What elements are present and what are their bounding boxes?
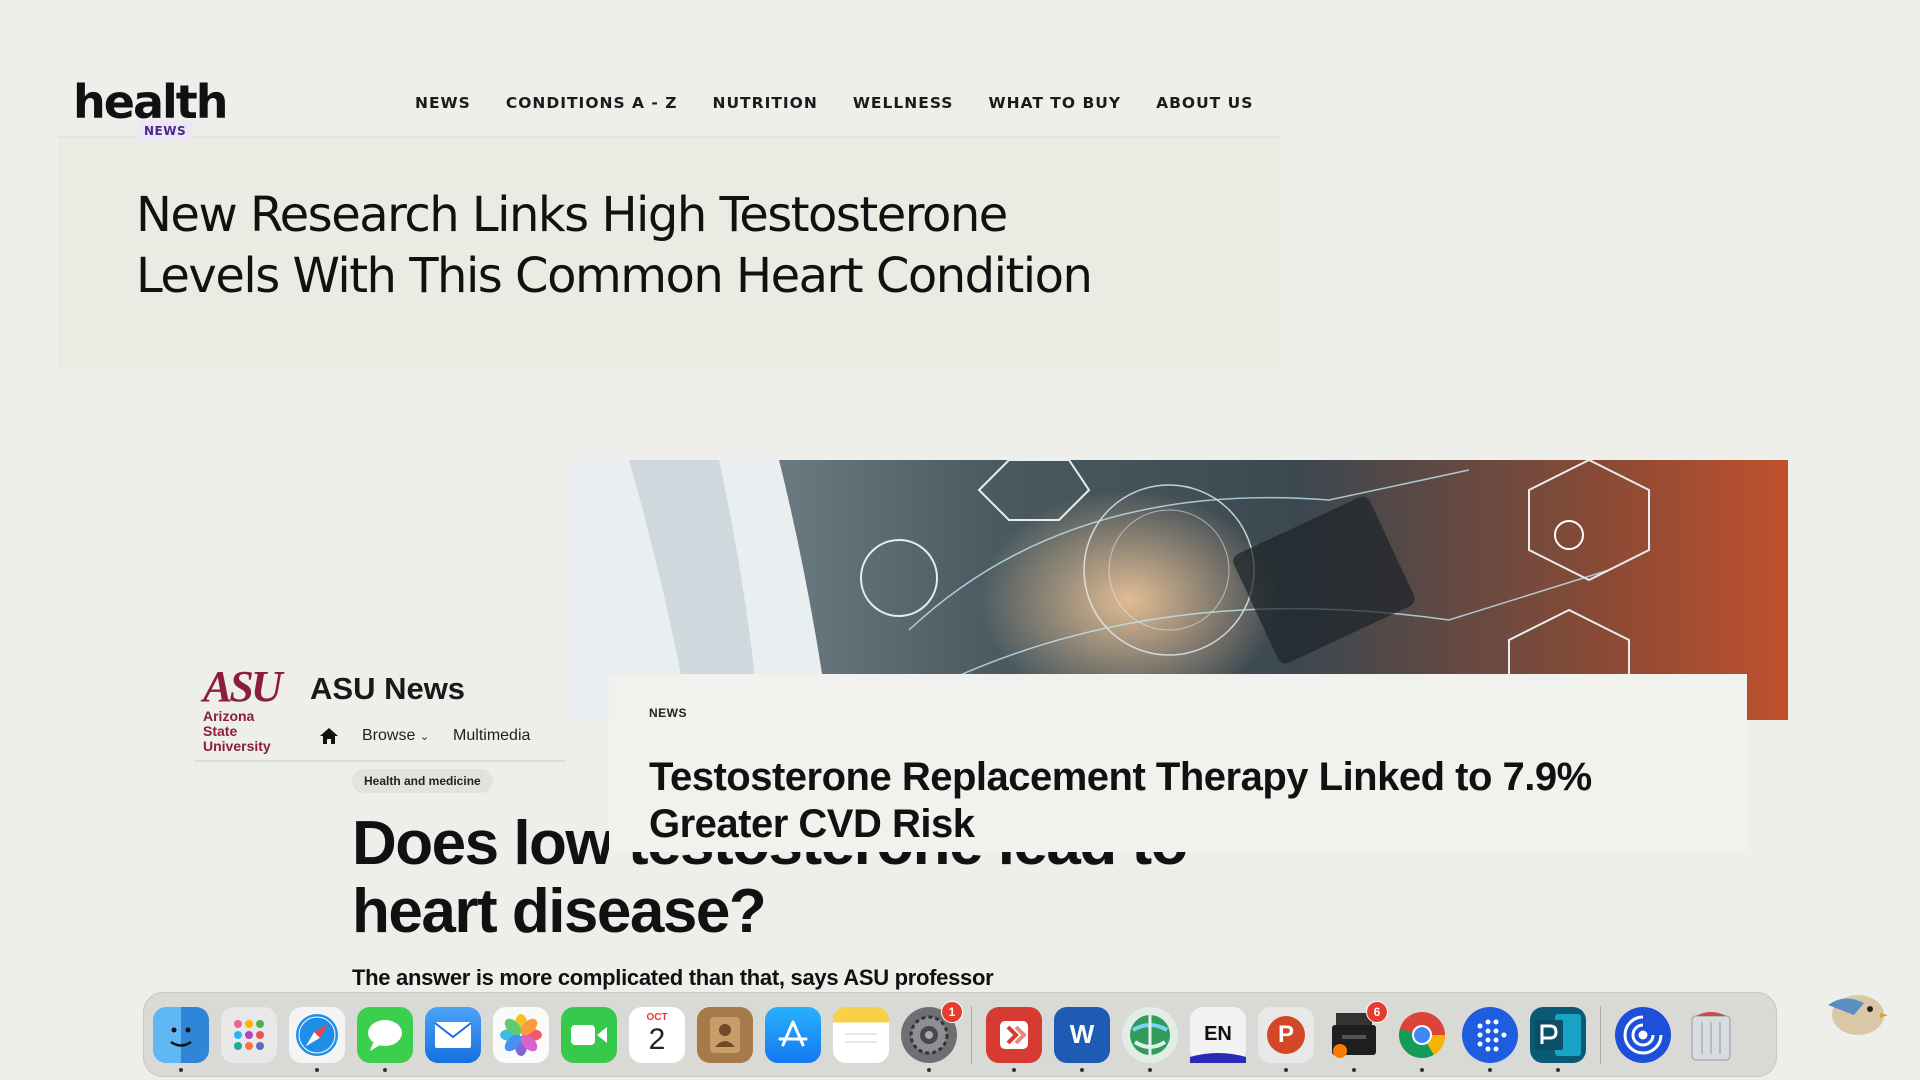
running-indicator [1556,1067,1560,1072]
running-indicator [1420,1067,1424,1072]
trt-headline: Testosterone Replacement Therapy Linked … [649,754,1729,848]
trt-headline-line1: Testosterone Replacement Therapy Linked … [649,755,1592,799]
messages-icon[interactable] [357,1006,413,1072]
calendar-icon[interactable]: OCT 2 [629,1006,685,1063]
chevron-down-icon: ⌄ [419,731,430,743]
trash-icon[interactable] [1683,1007,1739,1063]
photos-icon[interactable] [493,1006,549,1063]
running-indicator [927,1067,931,1072]
word-label: W [1069,1019,1095,1049]
asu-nav-browse[interactable]: Browse ⌄ [362,727,429,745]
facetime-icon[interactable] [561,1006,617,1063]
app-store-icon[interactable] [765,1006,821,1063]
input-language-label: EN [1204,1023,1232,1045]
asu-logo-sub1: Arizona State [203,708,255,739]
backup-icon[interactable] [1615,1006,1671,1063]
word-icon[interactable]: W [1054,1006,1110,1072]
finder-icon[interactable] [153,1006,209,1072]
asu-divider [195,760,565,762]
running-indicator [383,1067,387,1072]
notes-icon[interactable] [833,1006,889,1063]
running-indicator [179,1067,183,1072]
asu-subhead: The answer is more complicated than that… [352,965,994,990]
running-indicator [1080,1067,1084,1072]
remote-desktop-icon[interactable] [986,1006,1042,1072]
running-indicator [1012,1067,1016,1072]
launchpad-icon[interactable] [221,1006,277,1063]
asu-logo[interactable]: ASU Arizona State University [203,662,291,754]
system-settings-icon[interactable]: 1 [901,1000,963,1072]
asu-category-tag[interactable]: Health and medicine [352,769,493,793]
bird-mascot-icon [1824,985,1888,1039]
trt-news-tag[interactable]: NEWS [649,706,687,720]
dock-separator [971,1005,972,1064]
asu-nav: Browse ⌄ Multimedia [320,727,530,745]
nav-conditions[interactable]: CONDITIONS A - Z [506,94,678,112]
asu-headline-line2: heart disease? [352,877,767,946]
macos-dock: OCT 2 1 W EN P 6 [143,992,1777,1077]
notification-badge: 1 [941,1000,963,1023]
calendar-day: 2 [648,1022,666,1056]
health-news-tag[interactable]: NEWS [137,120,194,142]
trt-headline-line2: Greater CVD Risk [649,802,975,846]
notification-badge: 6 [1366,1000,1388,1023]
running-indicator [1352,1067,1356,1072]
nav-what-to-buy[interactable]: WHAT TO BUY [988,94,1121,112]
powerpoint-label: P [1277,1020,1294,1048]
asu-nav-multimedia[interactable]: Multimedia [453,727,530,745]
asu-logo-mark: ASU [203,662,283,711]
audio-icon[interactable] [1462,1006,1518,1072]
input-language-icon[interactable]: EN [1190,1006,1246,1063]
asu-logo-sub2: University [203,738,271,754]
contacts-icon[interactable] [697,1006,753,1063]
running-indicator [1488,1067,1492,1072]
home-icon[interactable] [320,728,338,744]
running-indicator [315,1067,319,1072]
mail-icon[interactable] [425,1006,481,1063]
powerpoint-icon[interactable]: P [1258,1006,1314,1072]
asu-site-title[interactable]: ASU News [310,671,465,707]
calendar-month: OCT [646,1011,668,1023]
running-indicator [1148,1067,1152,1072]
health-headline: New Research Links High Testosterone Lev… [136,185,1186,307]
dock-separator [1600,1005,1601,1064]
nav-nutrition[interactable]: NUTRITION [713,94,818,112]
publisher-icon[interactable] [1530,1006,1586,1072]
asu-nav-browse-label: Browse [362,727,416,744]
chrome-icon[interactable] [1394,1007,1450,1072]
nav-news[interactable]: NEWS [415,94,471,112]
health-headline-line2: Levels With This Common Heart Condition [136,248,1093,304]
trt-article-card: NEWS Testosterone Replacement Therapy Li… [609,674,1747,852]
network-icon[interactable] [1122,1006,1178,1072]
safari-icon[interactable] [289,1006,345,1072]
running-indicator [1284,1067,1288,1072]
printer-icon[interactable]: 6 [1326,1000,1388,1072]
health-headline-line1: New Research Links High Testosterone [136,187,1008,243]
nav-wellness[interactable]: WELLNESS [853,94,954,112]
nav-about-us[interactable]: ABOUT US [1156,94,1253,112]
health-nav: NEWS CONDITIONS A - Z NUTRITION WELLNESS… [415,94,1253,112]
